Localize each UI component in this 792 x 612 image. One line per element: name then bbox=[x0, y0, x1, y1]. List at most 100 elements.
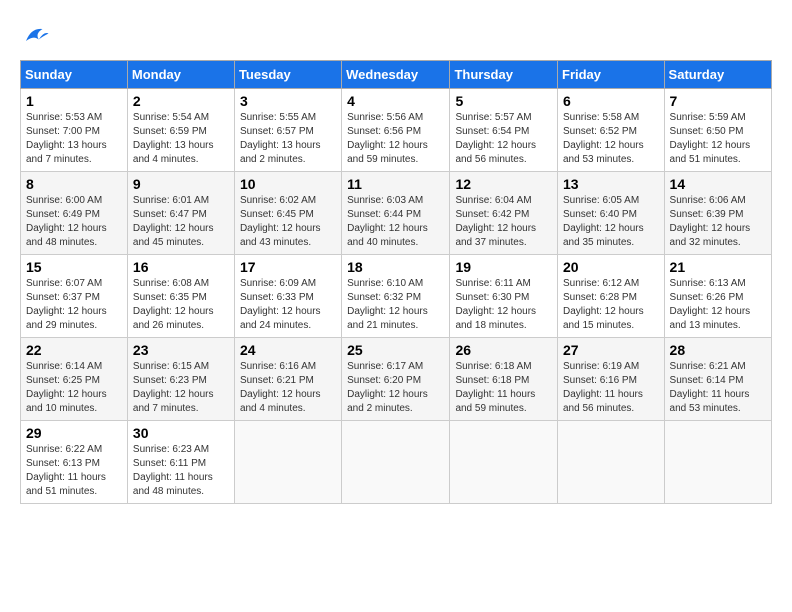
calendar-cell: 7 Sunrise: 5:59 AMSunset: 6:50 PMDaylight… bbox=[664, 89, 771, 172]
day-number: 18 bbox=[347, 259, 444, 275]
day-number: 26 bbox=[455, 342, 552, 358]
column-header-thursday: Thursday bbox=[450, 61, 558, 89]
day-detail: Sunrise: 5:56 AMSunset: 6:56 PMDaylight:… bbox=[347, 111, 444, 167]
day-detail: Sunrise: 6:14 AMSunset: 6:25 PMDaylight:… bbox=[26, 360, 122, 416]
day-detail: Sunrise: 6:01 AMSunset: 6:47 PMDaylight:… bbox=[133, 194, 229, 250]
day-number: 9 bbox=[133, 176, 229, 192]
column-header-wednesday: Wednesday bbox=[342, 61, 450, 89]
calendar-cell bbox=[342, 421, 450, 504]
day-number: 15 bbox=[26, 259, 122, 275]
calendar-cell: 12 Sunrise: 6:04 AMSunset: 6:42 PMDayligh… bbox=[450, 172, 558, 255]
calendar-week-row: 29 Sunrise: 6:22 AMSunset: 6:13 PMDayligh… bbox=[21, 421, 772, 504]
day-number: 5 bbox=[455, 93, 552, 109]
calendar-cell: 29 Sunrise: 6:22 AMSunset: 6:13 PMDayligh… bbox=[21, 421, 128, 504]
day-number: 22 bbox=[26, 342, 122, 358]
calendar-cell bbox=[450, 421, 558, 504]
day-detail: Sunrise: 6:18 AMSunset: 6:18 PMDaylight:… bbox=[455, 360, 552, 416]
calendar-cell: 15 Sunrise: 6:07 AMSunset: 6:37 PMDayligh… bbox=[21, 255, 128, 338]
calendar-cell: 8 Sunrise: 6:00 AMSunset: 6:49 PMDaylight… bbox=[21, 172, 128, 255]
day-number: 16 bbox=[133, 259, 229, 275]
day-number: 29 bbox=[26, 425, 122, 441]
day-detail: Sunrise: 5:53 AMSunset: 7:00 PMDaylight:… bbox=[26, 111, 122, 167]
day-number: 1 bbox=[26, 93, 122, 109]
calendar-cell: 16 Sunrise: 6:08 AMSunset: 6:35 PMDayligh… bbox=[127, 255, 234, 338]
day-detail: Sunrise: 5:54 AMSunset: 6:59 PMDaylight:… bbox=[133, 111, 229, 167]
day-detail: Sunrise: 6:06 AMSunset: 6:39 PMDaylight:… bbox=[670, 194, 766, 250]
calendar-cell: 30 Sunrise: 6:23 AMSunset: 6:11 PMDayligh… bbox=[127, 421, 234, 504]
calendar-cell: 14 Sunrise: 6:06 AMSunset: 6:39 PMDayligh… bbox=[664, 172, 771, 255]
day-number: 14 bbox=[670, 176, 766, 192]
day-detail: Sunrise: 6:22 AMSunset: 6:13 PMDaylight:… bbox=[26, 443, 122, 499]
day-number: 13 bbox=[563, 176, 659, 192]
column-header-saturday: Saturday bbox=[664, 61, 771, 89]
day-detail: Sunrise: 6:15 AMSunset: 6:23 PMDaylight:… bbox=[133, 360, 229, 416]
calendar-cell: 28 Sunrise: 6:21 AMSunset: 6:14 PMDayligh… bbox=[664, 338, 771, 421]
column-header-tuesday: Tuesday bbox=[234, 61, 341, 89]
calendar-cell: 24Sunrise: 6:16 AMSunset: 6:21 PMDayligh… bbox=[234, 338, 341, 421]
calendar-cell: 26 Sunrise: 6:18 AMSunset: 6:18 PMDayligh… bbox=[450, 338, 558, 421]
day-detail: Sunrise: 6:11 AMSunset: 6:30 PMDaylight:… bbox=[455, 277, 552, 333]
calendar-week-row: 15 Sunrise: 6:07 AMSunset: 6:37 PMDayligh… bbox=[21, 255, 772, 338]
calendar-week-row: 8 Sunrise: 6:00 AMSunset: 6:49 PMDaylight… bbox=[21, 172, 772, 255]
calendar-cell: 25 Sunrise: 6:17 AMSunset: 6:20 PMDayligh… bbox=[342, 338, 450, 421]
day-number: 24 bbox=[240, 342, 336, 358]
calendar-cell: 13 Sunrise: 6:05 AMSunset: 6:40 PMDayligh… bbox=[558, 172, 665, 255]
calendar-header-row: SundayMondayTuesdayWednesdayThursdayFrid… bbox=[21, 61, 772, 89]
day-number: 28 bbox=[670, 342, 766, 358]
day-number: 27 bbox=[563, 342, 659, 358]
calendar-cell: 17 Sunrise: 6:09 AMSunset: 6:33 PMDayligh… bbox=[234, 255, 341, 338]
calendar-table: SundayMondayTuesdayWednesdayThursdayFrid… bbox=[20, 60, 772, 504]
calendar-cell: 18Sunrise: 6:10 AMSunset: 6:32 PMDayligh… bbox=[342, 255, 450, 338]
calendar-cell: 5 Sunrise: 5:57 AMSunset: 6:54 PMDaylight… bbox=[450, 89, 558, 172]
calendar-cell: 23 Sunrise: 6:15 AMSunset: 6:23 PMDayligh… bbox=[127, 338, 234, 421]
day-number: 25 bbox=[347, 342, 444, 358]
day-detail: Sunrise: 6:21 AMSunset: 6:14 PMDaylight:… bbox=[670, 360, 766, 416]
logo bbox=[20, 20, 54, 50]
calendar-cell bbox=[558, 421, 665, 504]
calendar-cell: 10 Sunrise: 6:02 AMSunset: 6:45 PMDayligh… bbox=[234, 172, 341, 255]
day-number: 17 bbox=[240, 259, 336, 275]
column-header-friday: Friday bbox=[558, 61, 665, 89]
day-detail: Sunrise: 6:02 AMSunset: 6:45 PMDaylight:… bbox=[240, 194, 336, 250]
column-header-monday: Monday bbox=[127, 61, 234, 89]
day-number: 10 bbox=[240, 176, 336, 192]
calendar-cell: 2 Sunrise: 5:54 AMSunset: 6:59 PMDaylight… bbox=[127, 89, 234, 172]
calendar-cell: 20Sunrise: 6:12 AMSunset: 6:28 PMDayligh… bbox=[558, 255, 665, 338]
day-number: 12 bbox=[455, 176, 552, 192]
calendar-cell: 6Sunrise: 5:58 AMSunset: 6:52 PMDaylight… bbox=[558, 89, 665, 172]
day-number: 20 bbox=[563, 259, 659, 275]
day-detail: Sunrise: 6:09 AMSunset: 6:33 PMDaylight:… bbox=[240, 277, 336, 333]
page-header bbox=[20, 20, 772, 50]
day-number: 8 bbox=[26, 176, 122, 192]
calendar-cell: 4Sunrise: 5:56 AMSunset: 6:56 PMDaylight… bbox=[342, 89, 450, 172]
day-number: 23 bbox=[133, 342, 229, 358]
column-header-sunday: Sunday bbox=[21, 61, 128, 89]
calendar-cell bbox=[664, 421, 771, 504]
day-detail: Sunrise: 6:03 AMSunset: 6:44 PMDaylight:… bbox=[347, 194, 444, 250]
day-number: 30 bbox=[133, 425, 229, 441]
day-detail: Sunrise: 6:23 AMSunset: 6:11 PMDaylight:… bbox=[133, 443, 229, 499]
day-number: 3 bbox=[240, 93, 336, 109]
day-number: 7 bbox=[670, 93, 766, 109]
calendar-cell: 27 Sunrise: 6:19 AMSunset: 6:16 PMDayligh… bbox=[558, 338, 665, 421]
day-detail: Sunrise: 6:08 AMSunset: 6:35 PMDaylight:… bbox=[133, 277, 229, 333]
day-detail: Sunrise: 5:55 AMSunset: 6:57 PMDaylight:… bbox=[240, 111, 336, 167]
day-detail: Sunrise: 5:59 AMSunset: 6:50 PMDaylight:… bbox=[670, 111, 766, 167]
calendar-week-row: 1 Sunrise: 5:53 AMSunset: 7:00 PMDaylight… bbox=[21, 89, 772, 172]
day-detail: Sunrise: 6:04 AMSunset: 6:42 PMDaylight:… bbox=[455, 194, 552, 250]
calendar-cell: 3 Sunrise: 5:55 AMSunset: 6:57 PMDaylight… bbox=[234, 89, 341, 172]
day-detail: Sunrise: 6:17 AMSunset: 6:20 PMDaylight:… bbox=[347, 360, 444, 416]
calendar-cell: 21Sunrise: 6:13 AMSunset: 6:26 PMDayligh… bbox=[664, 255, 771, 338]
day-detail: Sunrise: 6:19 AMSunset: 6:16 PMDaylight:… bbox=[563, 360, 659, 416]
logo-icon bbox=[20, 20, 50, 50]
day-detail: Sunrise: 6:00 AMSunset: 6:49 PMDaylight:… bbox=[26, 194, 122, 250]
day-number: 11 bbox=[347, 176, 444, 192]
day-detail: Sunrise: 6:05 AMSunset: 6:40 PMDaylight:… bbox=[563, 194, 659, 250]
day-detail: Sunrise: 5:57 AMSunset: 6:54 PMDaylight:… bbox=[455, 111, 552, 167]
day-number: 2 bbox=[133, 93, 229, 109]
day-number: 6 bbox=[563, 93, 659, 109]
day-detail: Sunrise: 6:07 AMSunset: 6:37 PMDaylight:… bbox=[26, 277, 122, 333]
day-detail: Sunrise: 6:13 AMSunset: 6:26 PMDaylight:… bbox=[670, 277, 766, 333]
day-number: 19 bbox=[455, 259, 552, 275]
calendar-cell: 11 Sunrise: 6:03 AMSunset: 6:44 PMDayligh… bbox=[342, 172, 450, 255]
